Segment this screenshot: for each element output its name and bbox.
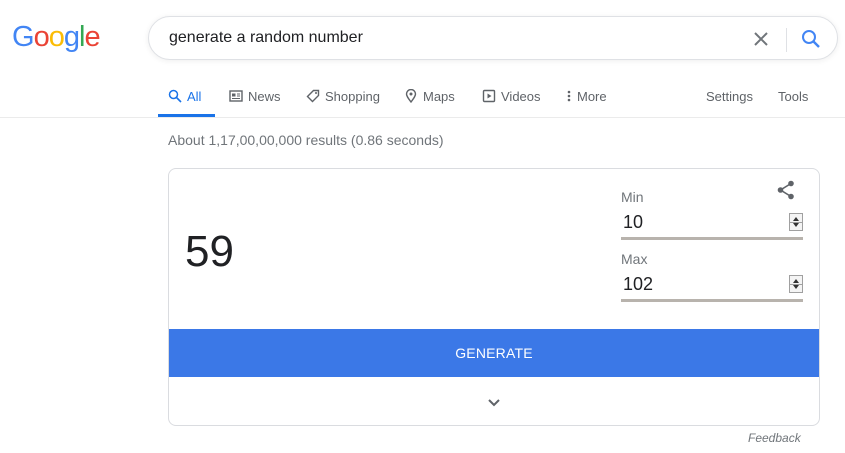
- logo-letter-g2: g: [63, 21, 80, 53]
- max-field: [621, 269, 803, 302]
- stepper-up-icon: [793, 217, 799, 221]
- random-number-generator-card: 59 Min Max GENERATE: [168, 168, 820, 426]
- tab-all-label: All: [187, 88, 202, 104]
- tab-tools-label: Tools: [778, 88, 809, 104]
- search-box: [148, 16, 838, 60]
- tab-videos-label: Videos: [501, 88, 541, 104]
- clear-search-button[interactable]: [750, 28, 772, 50]
- tab-settings[interactable]: Settings: [706, 76, 753, 116]
- tab-videos[interactable]: Videos: [482, 76, 541, 116]
- tag-icon: [306, 89, 320, 103]
- stepper-down-icon: [793, 223, 799, 227]
- more-vert-icon: [567, 90, 571, 102]
- search-tabs: All News Shopping Maps Videos More Setti…: [0, 76, 845, 118]
- search-icon: [168, 89, 182, 103]
- tab-all[interactable]: All: [168, 76, 201, 116]
- generate-button[interactable]: GENERATE: [169, 329, 819, 377]
- logo-letter-g: G: [12, 21, 35, 53]
- tab-news-label: News: [248, 88, 281, 104]
- logo-letter-o2: o: [48, 21, 65, 53]
- min-stepper[interactable]: [789, 213, 803, 231]
- close-icon: [754, 32, 768, 46]
- max-label: Max: [621, 251, 648, 267]
- chevron-down-icon: [488, 399, 500, 407]
- search-input[interactable]: [169, 17, 729, 59]
- search-divider: [786, 28, 787, 52]
- news-icon: [229, 90, 243, 102]
- share-icon: [777, 180, 794, 200]
- feedback-link[interactable]: Feedback: [748, 431, 801, 445]
- map-pin-icon: [405, 89, 417, 103]
- generated-number: 59: [185, 227, 234, 276]
- search-icon: [802, 30, 820, 48]
- tab-more[interactable]: More: [566, 76, 607, 116]
- header-divider: [0, 117, 845, 118]
- tab-settings-label: Settings: [706, 88, 753, 104]
- min-label: Min: [621, 189, 644, 205]
- tab-more-label: More: [577, 88, 607, 104]
- search-button[interactable]: [800, 28, 822, 50]
- google-logo[interactable]: Google: [12, 19, 101, 55]
- tab-maps[interactable]: Maps: [404, 76, 455, 116]
- tab-maps-label: Maps: [423, 88, 455, 104]
- stepper-down-icon: [793, 285, 799, 289]
- result-stats: About 1,17,00,00,000 results (0.86 secon…: [168, 132, 444, 148]
- generate-button-label: GENERATE: [455, 345, 533, 361]
- video-icon: [482, 89, 496, 103]
- stepper-up-icon: [793, 279, 799, 283]
- tab-shopping-label: Shopping: [325, 88, 380, 104]
- min-field: [621, 207, 803, 240]
- max-input[interactable]: [623, 271, 773, 297]
- tab-news[interactable]: News: [229, 76, 281, 116]
- min-input[interactable]: [623, 209, 773, 235]
- max-stepper[interactable]: [789, 275, 803, 293]
- tab-shopping[interactable]: Shopping: [306, 76, 380, 116]
- logo-letter-o1: o: [33, 21, 50, 53]
- logo-letter-e: e: [84, 21, 100, 53]
- share-button[interactable]: [775, 179, 797, 201]
- tab-tools[interactable]: Tools: [778, 76, 808, 116]
- expand-button[interactable]: [486, 394, 502, 410]
